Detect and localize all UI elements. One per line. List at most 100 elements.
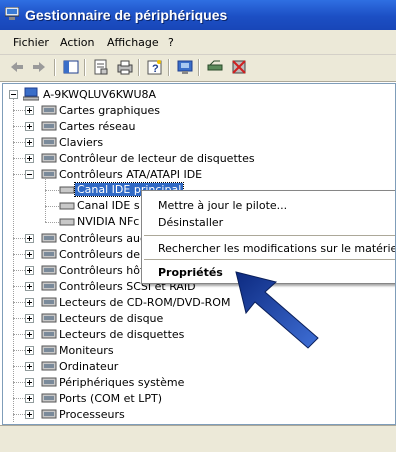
toolbar: ? [0, 55, 396, 82]
context-scan-hardware[interactable]: Rechercher les modifications sur le maté… [158, 242, 395, 255]
tree-item[interactable]: Ordinateur [3, 358, 383, 374]
tree-item[interactable]: Périphériques système [3, 374, 383, 390]
system-devices-icon [41, 377, 57, 387]
show-hide-console-tree-icon[interactable] [62, 58, 80, 76]
processor-icon [41, 409, 57, 419]
scsi-controller-icon [41, 281, 57, 291]
menu-help[interactable]: ? [168, 36, 174, 49]
tree-item[interactable]: Cartes réseau [3, 118, 383, 134]
expand-toggle[interactable] [25, 154, 34, 163]
menu-action[interactable]: Action [60, 36, 94, 49]
keyboard-icon [41, 137, 57, 147]
expand-toggle[interactable] [25, 138, 34, 147]
expand-toggle[interactable] [25, 298, 34, 307]
tree-item[interactable]: Lecteurs de CD-ROM/DVD-ROM [3, 294, 383, 310]
disk-drive-icon [41, 313, 57, 323]
tree-item[interactable]: Ports (COM et LPT) [3, 390, 383, 406]
expand-toggle[interactable] [25, 330, 34, 339]
toolbar-separator [138, 59, 140, 76]
tree-root[interactable]: A-9KWQLUV6KWU8A [9, 86, 209, 102]
tree-item[interactable]: Contrôleurs ATA/ATAPI IDE [3, 166, 383, 182]
tree-item-label: Lecteurs de disquettes [59, 328, 185, 341]
expand-toggle[interactable] [25, 394, 34, 403]
storage-controller-icon [41, 249, 57, 259]
window-title-bar[interactable]: Gestionnaire de périphériques [0, 0, 396, 30]
collapse-toggle[interactable] [9, 90, 18, 99]
expand-toggle[interactable] [25, 234, 34, 243]
tree-item[interactable]: Contrôleur de lecteur de disquettes [3, 150, 383, 166]
toolbar-separator [168, 59, 170, 76]
computer-icon [23, 87, 39, 101]
tree-item-label: Contrôleurs de [59, 248, 141, 261]
ide-channel-icon [59, 186, 75, 194]
expand-toggle[interactable] [25, 362, 34, 371]
tree-item-label: Cartes graphiques [59, 104, 160, 117]
expand-toggle[interactable] [25, 266, 34, 275]
help-icon[interactable]: ? [146, 58, 164, 76]
back-arrow-icon[interactable] [8, 58, 26, 76]
tree-root-label: A-9KWQLUV6KWU8A [43, 88, 157, 101]
context-uninstall[interactable]: Désinstaller [158, 216, 223, 229]
tree-item[interactable]: Cartes graphiques [3, 102, 383, 118]
tree-item-label: Contrôleurs hôt [59, 264, 145, 277]
host-controller-icon [41, 265, 57, 275]
forward-arrow-icon[interactable] [30, 58, 48, 76]
cdrom-icon [41, 297, 57, 307]
tree-item-label: Lecteurs de CD-ROM/DVD-ROM [59, 296, 231, 309]
tree-item-label: Contrôleur de lecteur de disquettes [59, 152, 255, 165]
tree-item-label: Ordinateur [59, 360, 119, 373]
expand-toggle[interactable] [25, 282, 34, 291]
network-adapter-icon [41, 121, 57, 131]
context-properties[interactable]: Propriétés [158, 266, 223, 279]
expand-toggle[interactable] [25, 314, 34, 323]
floppy-drive-icon [41, 329, 57, 339]
menu-fichier[interactable]: Fichier [13, 36, 49, 49]
expand-toggle[interactable] [25, 378, 34, 387]
tree-item-label: Processeurs [59, 408, 125, 421]
tree-item[interactable]: Claviers [3, 134, 383, 150]
floppy-controller-icon [41, 153, 57, 163]
window-title: Gestionnaire de périphériques [25, 7, 228, 23]
tree-item[interactable]: Moniteurs [3, 342, 383, 358]
audio-controller-icon [41, 233, 57, 243]
tree-item-label: Cartes réseau [59, 120, 136, 133]
expand-toggle[interactable] [25, 410, 34, 419]
tree-child-label: Canal IDE s [77, 199, 140, 212]
ide-channel-icon [59, 218, 75, 226]
monitor-icon [41, 345, 57, 355]
context-update-driver[interactable]: Mettre à jour le pilote... [158, 199, 287, 212]
tree-item-label: Contrôleurs ATA/ATAPI IDE [59, 168, 203, 181]
device-tree[interactable]: A-9KWQLUV6KWU8A Cartes graphiques Cartes … [2, 83, 396, 425]
toolbar-separator [198, 59, 200, 76]
ide-controller-icon [41, 169, 57, 179]
menu-affichage[interactable]: Affichage [107, 36, 159, 49]
expand-toggle[interactable] [25, 346, 34, 355]
computer-icon [41, 361, 57, 371]
print-icon[interactable] [116, 58, 134, 76]
expand-toggle[interactable] [25, 250, 34, 259]
tree-item-label: Lecteurs de disque [59, 312, 164, 325]
svg-text:?: ? [152, 63, 159, 75]
device-manager-icon [5, 7, 19, 20]
display-adapter-icon [41, 105, 57, 115]
pointer-arrow-icon [235, 271, 319, 349]
tree-item-label: Périphériques système [59, 376, 185, 389]
toolbar-separator [54, 59, 56, 76]
expand-toggle[interactable] [25, 122, 34, 131]
tree-item[interactable]: Lecteurs de disquettes [3, 326, 383, 342]
properties-icon[interactable] [92, 58, 110, 76]
tree-item-label: Ports (COM et LPT) [59, 392, 163, 405]
tree-item-label: Contrôleurs aud [59, 232, 147, 245]
disable-device-icon[interactable] [230, 58, 248, 76]
scan-hardware-icon[interactable] [176, 58, 194, 76]
tree-item[interactable]: Processeurs [3, 406, 383, 422]
tree-item-label: Moniteurs [59, 344, 114, 357]
update-driver-icon[interactable] [206, 58, 224, 76]
context-separator [144, 259, 395, 260]
expand-toggle[interactable] [25, 106, 34, 115]
status-bar [0, 425, 396, 452]
tree-item-label: Claviers [59, 136, 104, 149]
tree-item[interactable]: Lecteurs de disque [3, 310, 383, 326]
context-separator [144, 235, 395, 236]
collapse-toggle[interactable] [25, 170, 34, 179]
